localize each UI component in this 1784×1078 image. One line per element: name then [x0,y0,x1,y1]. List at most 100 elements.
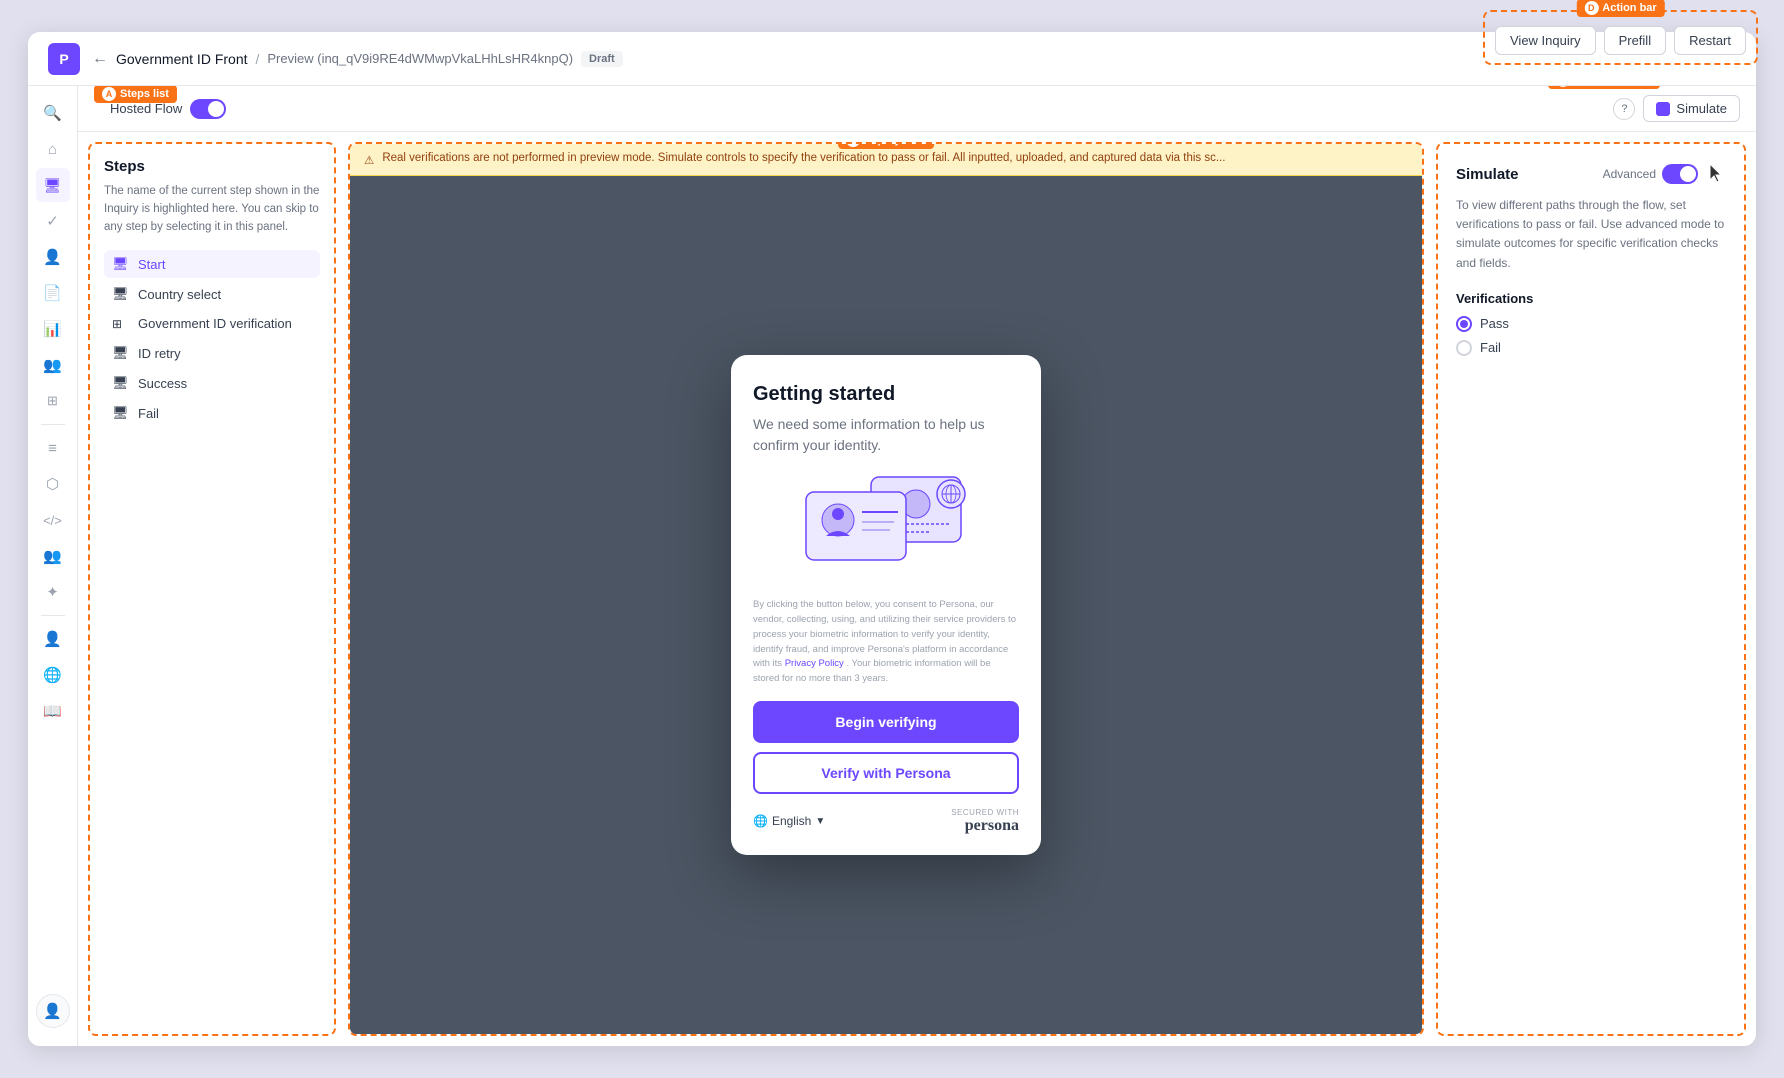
fail-step-label: Fail [138,406,159,421]
globe-icon: 🌐 [753,814,768,828]
language-select[interactable]: 🌐 English ▼ [753,814,825,828]
step-item-success[interactable]: 🖥 Success [104,369,320,397]
radio-fail-label: Fail [1480,340,1501,355]
hosted-flow-label: Hosted Flow [110,101,182,116]
phone-footer: 🌐 English ▼ SECURED WITH persona [753,808,1019,835]
sidebar-users-button[interactable]: 👥 [36,348,70,382]
simulate-panel-label: C Simulate panel [1548,86,1660,89]
sidebar-book-button[interactable]: 📖 [36,694,70,728]
persona-logo: P [48,43,80,75]
steps-title: Steps [104,158,320,175]
secured-by-persona: SECURED WITH persona [951,808,1019,835]
right-content: A Steps list Hosted Flow C Simulate pan [78,86,1756,1046]
phone-card-title: Getting started [753,383,1019,406]
sidebar-code-button[interactable]: </> [36,503,70,537]
start-step-label: Start [138,257,165,272]
fail-step-icon: 🖥 [112,405,130,421]
warning-icon: ⚠ [364,153,374,167]
inquiry-flow-panel: B Inquiry flow ⚠ Real verifications are … [348,142,1424,1036]
success-step-label: Success [138,376,187,391]
sidebar-avatar-button[interactable]: 👤 [36,994,70,1028]
step-item-country[interactable]: 🖥 Country select [104,280,320,308]
steps-list-label: A Steps list [94,86,177,103]
help-icon[interactable]: ? [1613,98,1635,120]
gov-id-step-icon: ⊞ [112,317,130,331]
sidebar-divider [41,424,65,425]
main-container: P ← Government ID Front / Preview (inq_q… [28,32,1756,1046]
inquiry-viewport: Getting started We need some information… [350,176,1422,1034]
sidebar-globe-button[interactable]: 🌐 [36,658,70,692]
simulate-button[interactable]: Simulate [1643,95,1740,122]
content-area: 🔍 ⌂ 🖥 ✓ 👤 📄 📊 👥 ⊞ ≡ ⬡ </> 👥 ✦ 👤 🌐 📖 [28,86,1756,1046]
sidebar-check-button[interactable]: ✓ [36,204,70,238]
persona-brand-label: persona [951,817,1019,835]
toolbar: A Steps list Hosted Flow C Simulate pan [78,86,1756,132]
sidebar-file-button[interactable]: 📄 [36,276,70,310]
verify-with-persona-button[interactable]: Verify with Persona [753,752,1019,794]
advanced-label: Advanced [1603,167,1656,181]
inquiry-flow-label: B Inquiry flow [838,142,934,149]
radio-fail-circle [1456,340,1472,356]
hosted-flow-toggle[interactable] [190,99,226,119]
sidebar-spark-button[interactable]: ✦ [36,575,70,609]
simulate-header: Simulate Advanced [1456,162,1726,186]
page-name: Government ID Front [116,51,248,67]
simulate-panel: Simulate Advanced [1436,142,1746,1036]
radio-pass-circle [1456,316,1472,332]
steps-description: The name of the current step shown in th… [104,183,320,236]
country-step-icon: 🖥 [112,286,130,302]
radio-pass[interactable]: Pass [1456,316,1726,332]
step-item-id-retry[interactable]: 🖥 ID retry [104,339,320,367]
privacy-policy-link[interactable]: Privacy Policy [785,658,844,669]
sidebar-grid-button[interactable]: ⊞ [36,384,70,418]
radio-fail[interactable]: Fail [1456,340,1726,356]
draft-badge: Draft [581,51,623,67]
cursor-indicator [1706,162,1726,186]
sidebar-user-settings-button[interactable]: 👤 [36,622,70,656]
gov-id-step-label: Government ID verification [138,316,292,331]
sidebar-chart-button[interactable]: 📊 [36,312,70,346]
sidebar-team-button[interactable]: 👥 [36,539,70,573]
begin-verifying-button[interactable]: Begin verifying [753,701,1019,743]
consent-text: By clicking the button below, you consen… [753,598,1019,686]
preview-id: Preview (inq_qV9i9RE4dWMwpVkaLHhLsHR4knp… [267,51,573,66]
radio-pass-label: Pass [1480,316,1509,331]
notification-text: Real verifications are not performed in … [382,152,1225,164]
verifications-title: Verifications [1456,291,1726,306]
right-toolbar-controls: C Simulate panel ? Simulate [1613,95,1740,122]
start-step-icon: 🖥 [112,256,130,272]
sidebar-user-button[interactable]: 👤 [36,240,70,274]
sidebar-hexagon-button[interactable]: ⬡ [36,467,70,501]
prefill-button[interactable]: Prefill [1604,26,1667,55]
chevron-down-icon: ▼ [815,816,825,827]
sidebar-divider-2 [41,615,65,616]
id-retry-step-icon: 🖥 [112,345,130,361]
action-bar-outer-box: D Action bar View Inquiry Prefill Restar… [1483,10,1758,65]
success-step-icon: 🖥 [112,375,130,391]
panels-area: Steps The name of the current step shown… [78,132,1756,1046]
step-item-start[interactable]: 🖥 Start [104,250,320,278]
sidebar-home-button[interactable]: ⌂ [36,132,70,166]
id-retry-step-label: ID retry [138,346,181,361]
simulate-title: Simulate [1456,166,1519,183]
action-bar-label: D Action bar [1576,0,1664,17]
phone-card-subtitle: We need some information to help us conf… [753,414,1019,456]
step-item-gov-id[interactable]: ⊞ Government ID verification [104,310,320,337]
view-inquiry-button[interactable]: View Inquiry [1495,26,1596,55]
sidebar-monitor-button[interactable]: 🖥 [36,168,70,202]
country-step-label: Country select [138,287,221,302]
step-item-fail[interactable]: 🖥 Fail [104,399,320,427]
sidebar-list-button[interactable]: ≡ [36,431,70,465]
sidebar-search-button[interactable]: 🔍 [36,96,70,130]
restart-button[interactable]: Restart [1674,26,1746,55]
simulate-advanced-control: Advanced [1603,162,1726,186]
secured-with-label: SECURED WITH [951,808,1019,817]
phone-card: Getting started We need some information… [731,355,1041,854]
advanced-toggle[interactable] [1662,164,1698,184]
id-illustration [753,472,1019,582]
steps-panel: Steps The name of the current step shown… [88,142,336,1036]
icon-sidebar: 🔍 ⌂ 🖥 ✓ 👤 📄 📊 👥 ⊞ ≡ ⬡ </> 👥 ✦ 👤 🌐 📖 [28,86,78,1046]
breadcrumb: ← Government ID Front / Preview (inq_qV9… [92,50,623,68]
back-arrow-icon[interactable]: ← [92,50,108,68]
breadcrumb-separator: / [256,51,260,67]
